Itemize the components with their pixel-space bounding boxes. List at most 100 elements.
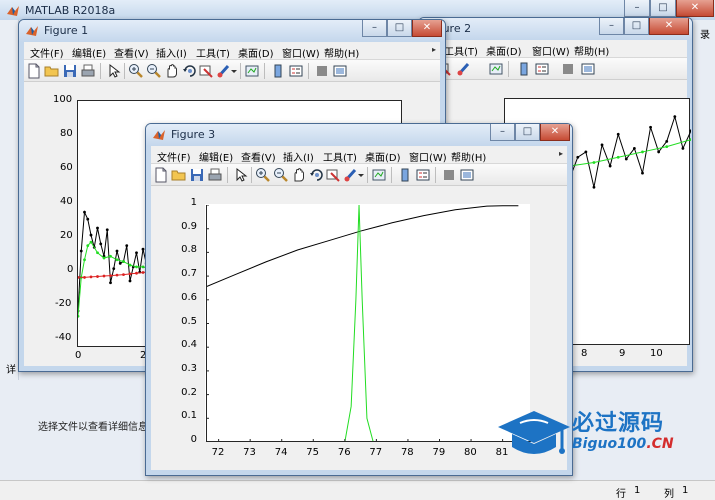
fig3-menu-desktop[interactable]: 桌面(D) [365, 149, 401, 164]
fig1-toolbar-separator [100, 63, 101, 79]
fig2-menu-help[interactable]: 帮助(H) [574, 43, 609, 58]
fig3-close-button[interactable]: ✕ [540, 124, 570, 141]
open-file-icon[interactable] [171, 167, 187, 183]
save-icon[interactable] [62, 63, 78, 79]
series-point-0 [673, 115, 677, 119]
fig1-menu-edit[interactable]: 编辑(E) [72, 45, 106, 60]
graduation-cap-logo-icon [498, 411, 570, 454]
brush-dropdown-icon[interactable] [357, 167, 365, 183]
fig2-menu-tools[interactable]: 工具(T) [444, 43, 478, 58]
brush-icon[interactable] [456, 61, 472, 77]
link-plot-icon[interactable] [244, 63, 260, 79]
brush-dropdown-icon[interactable] [230, 63, 238, 79]
colorbar-icon[interactable] [516, 61, 532, 77]
zoom-in-icon[interactable] [128, 63, 144, 79]
fig3-xtick: 75 [306, 447, 320, 458]
data-cursor-icon[interactable] [325, 167, 341, 183]
fig2-maximize-button[interactable]: □ [624, 18, 649, 35]
fig3-menu-dock-arrow-icon[interactable]: ▸ [559, 149, 563, 158]
fig3-minimize-button[interactable]: – [490, 124, 515, 141]
series-point-0 [608, 164, 612, 168]
fig1-menu-file[interactable]: 文件(F) [30, 45, 64, 60]
zoom-out-icon[interactable] [146, 63, 162, 79]
row-label: 行 [616, 489, 626, 500]
zoom-out-icon[interactable] [273, 167, 289, 183]
series-point-0 [689, 129, 691, 133]
fig3-menu-insert[interactable]: 插入(I) [283, 149, 314, 164]
series-point-0 [96, 226, 99, 230]
link-plot-icon[interactable] [371, 167, 387, 183]
show-plot-tools-icon[interactable] [332, 63, 348, 79]
series-point-2 [135, 271, 138, 275]
select-arrow-icon[interactable] [106, 63, 122, 79]
series-point-1 [78, 314, 80, 318]
rotate-3d-icon[interactable] [309, 167, 325, 183]
hide-plot-tools-icon[interactable] [441, 167, 457, 183]
series-point-0 [665, 139, 669, 143]
hide-plot-tools-icon[interactable] [560, 61, 576, 77]
fig3-menu-file[interactable]: 文件(F) [157, 149, 191, 164]
new-figure-icon[interactable] [153, 167, 169, 183]
zoom-in-icon[interactable] [255, 167, 271, 183]
series-point-1 [641, 150, 644, 154]
save-icon[interactable] [189, 167, 205, 183]
fig3-menu-help[interactable]: 帮助(H) [451, 149, 486, 164]
pan-hand-icon[interactable] [164, 63, 180, 79]
fig2-menu-desktop[interactable]: 桌面(D) [486, 43, 522, 58]
series-point-2 [102, 274, 106, 278]
print-icon[interactable] [207, 167, 223, 183]
fig1-menu-view[interactable]: 查看(V) [114, 45, 149, 60]
fig1-menu-desktop[interactable]: 桌面(D) [238, 45, 274, 60]
select-arrow-icon[interactable] [233, 167, 249, 183]
fig2-close-button[interactable]: ✕ [649, 18, 689, 35]
biguo100-watermark: 必过源码 Biguo100.CN [496, 405, 701, 463]
fig1-menu-window[interactable]: 窗口(W) [282, 45, 320, 60]
series-point-0 [616, 132, 620, 136]
fig1-ytick: 40 [60, 196, 73, 207]
open-file-icon[interactable] [44, 63, 60, 79]
fig1-menu-help[interactable]: 帮助(H) [324, 45, 359, 60]
hide-plot-tools-icon[interactable] [314, 63, 330, 79]
fig3-menu-view[interactable]: 查看(V) [241, 149, 276, 164]
show-plot-tools-icon[interactable] [459, 167, 475, 183]
legend-icon[interactable] [534, 61, 550, 77]
link-plot-icon[interactable] [488, 61, 504, 77]
main-maximize-button[interactable]: □ [650, 0, 676, 17]
fig1-maximize-button[interactable]: □ [387, 20, 412, 37]
series-point-1 [96, 251, 99, 255]
col-label: 列 [664, 489, 674, 500]
data-cursor-icon[interactable] [198, 63, 214, 79]
fig1-minimize-button[interactable]: – [362, 20, 387, 37]
legend-icon[interactable] [415, 167, 431, 183]
series-point-0 [135, 251, 138, 255]
series-point-1 [122, 260, 125, 263]
fig1-menu-tools[interactable]: 工具(T) [196, 45, 230, 60]
colorbar-icon[interactable] [270, 63, 286, 79]
series-line-1 [78, 241, 153, 317]
legend-icon[interactable] [288, 63, 304, 79]
rotate-3d-icon[interactable] [182, 63, 198, 79]
colorbar-icon[interactable] [397, 167, 413, 183]
new-figure-icon[interactable] [26, 63, 42, 79]
figure-window-logo-icon [26, 26, 38, 36]
main-close-button[interactable]: ✕ [676, 0, 714, 17]
fig1-menu-insert[interactable]: 插入(I) [156, 45, 187, 60]
fig1-menu-dock-arrow-icon[interactable]: ▸ [432, 45, 436, 54]
fig2-minimize-button[interactable]: – [599, 18, 624, 35]
show-plot-tools-icon[interactable] [580, 61, 596, 77]
series-point-2 [78, 276, 80, 279]
fig3-menu-window[interactable]: 窗口(W) [409, 149, 447, 164]
fig3-menu-edit[interactable]: 编辑(E) [199, 149, 233, 164]
fig3-xtick: 76 [337, 447, 351, 458]
main-minimize-button[interactable]: – [624, 0, 650, 17]
fig3-menu-tools[interactable]: 工具(T) [323, 149, 357, 164]
fig1-toolbar-separator [308, 63, 309, 79]
fig3-xtick: 78 [400, 447, 414, 458]
fig1-close-button[interactable]: ✕ [412, 20, 442, 37]
fig2-menu-window[interactable]: 窗口(W) [532, 43, 570, 58]
fig1-ytick: 80 [60, 128, 73, 139]
series-point-0 [600, 143, 604, 147]
print-icon[interactable] [80, 63, 96, 79]
fig3-maximize-button[interactable]: □ [515, 124, 540, 141]
pan-hand-icon[interactable] [291, 167, 307, 183]
